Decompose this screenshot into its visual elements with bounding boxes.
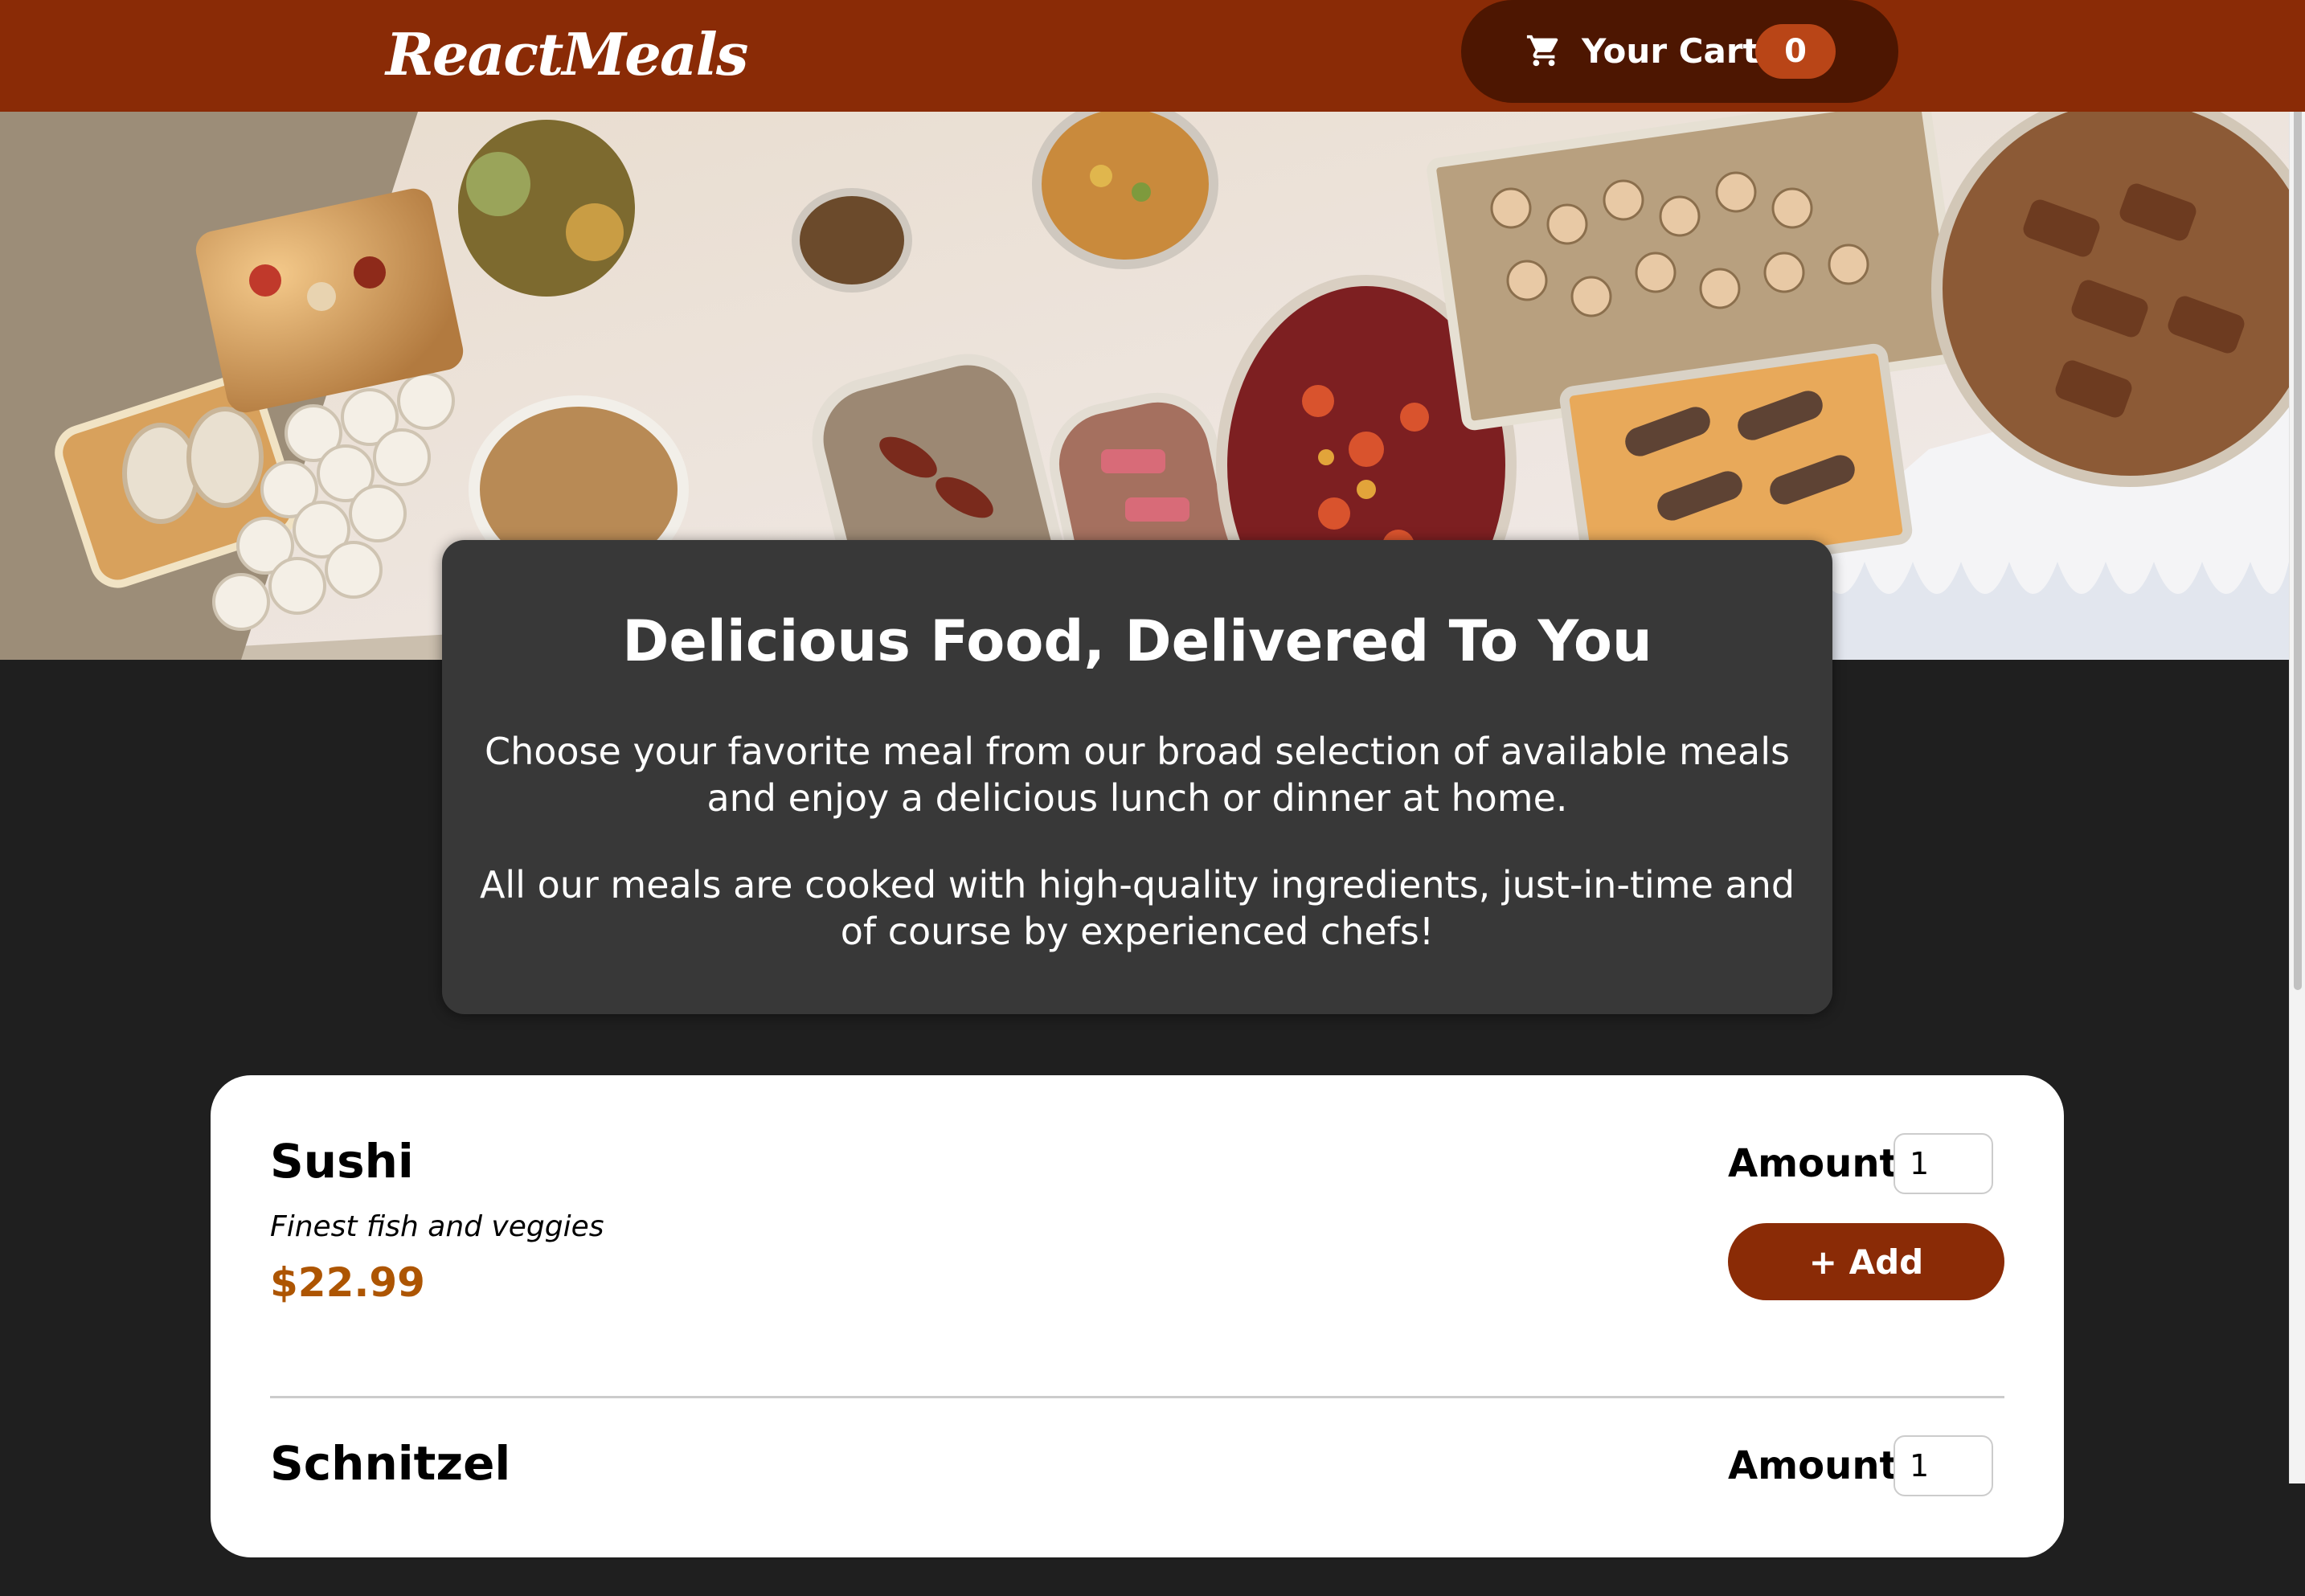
cart-icon bbox=[1526, 35, 1558, 67]
cart-count-badge: 0 bbox=[1755, 24, 1836, 79]
meals-list-card: Sushi Finest fish and veggies $22.99 Amo… bbox=[211, 1075, 2064, 1557]
meal-item: Schnitzel Amount bbox=[270, 1435, 2004, 1596]
meal-price: $22.99 bbox=[270, 1259, 425, 1306]
cart-label: Your Cart bbox=[1582, 31, 1759, 71]
cart-button[interactable]: Your Cart 0 bbox=[1461, 0, 1898, 103]
amount-label: Amount bbox=[1728, 1443, 1898, 1488]
meals-summary: Delicious Food, Delivered To You Choose … bbox=[442, 540, 1832, 1014]
summary-title: Delicious Food, Delivered To You bbox=[622, 608, 1652, 674]
vertical-scrollbar[interactable] bbox=[2289, 0, 2305, 1483]
meal-item: Sushi Finest fish and veggies $22.99 Amo… bbox=[270, 1133, 2004, 1398]
meal-name: Sushi bbox=[270, 1134, 414, 1189]
summary-paragraph-2: All our meals are cooked with high-quali… bbox=[479, 863, 1795, 953]
summary-paragraph-1: Choose your favorite meal from our broad… bbox=[485, 730, 1790, 820]
amount-input[interactable] bbox=[1894, 1133, 1993, 1194]
app-header: ReactMeals Your Cart 0 bbox=[0, 0, 2305, 112]
meal-description: Finest fish and veggies bbox=[270, 1210, 604, 1243]
amount-input[interactable] bbox=[1894, 1435, 1993, 1496]
amount-label: Amount bbox=[1728, 1141, 1898, 1186]
add-to-cart-button[interactable]: + Add bbox=[1728, 1223, 2004, 1300]
app-logo: ReactMeals bbox=[386, 20, 748, 88]
scrollbar-thumb[interactable] bbox=[2294, 74, 2302, 990]
